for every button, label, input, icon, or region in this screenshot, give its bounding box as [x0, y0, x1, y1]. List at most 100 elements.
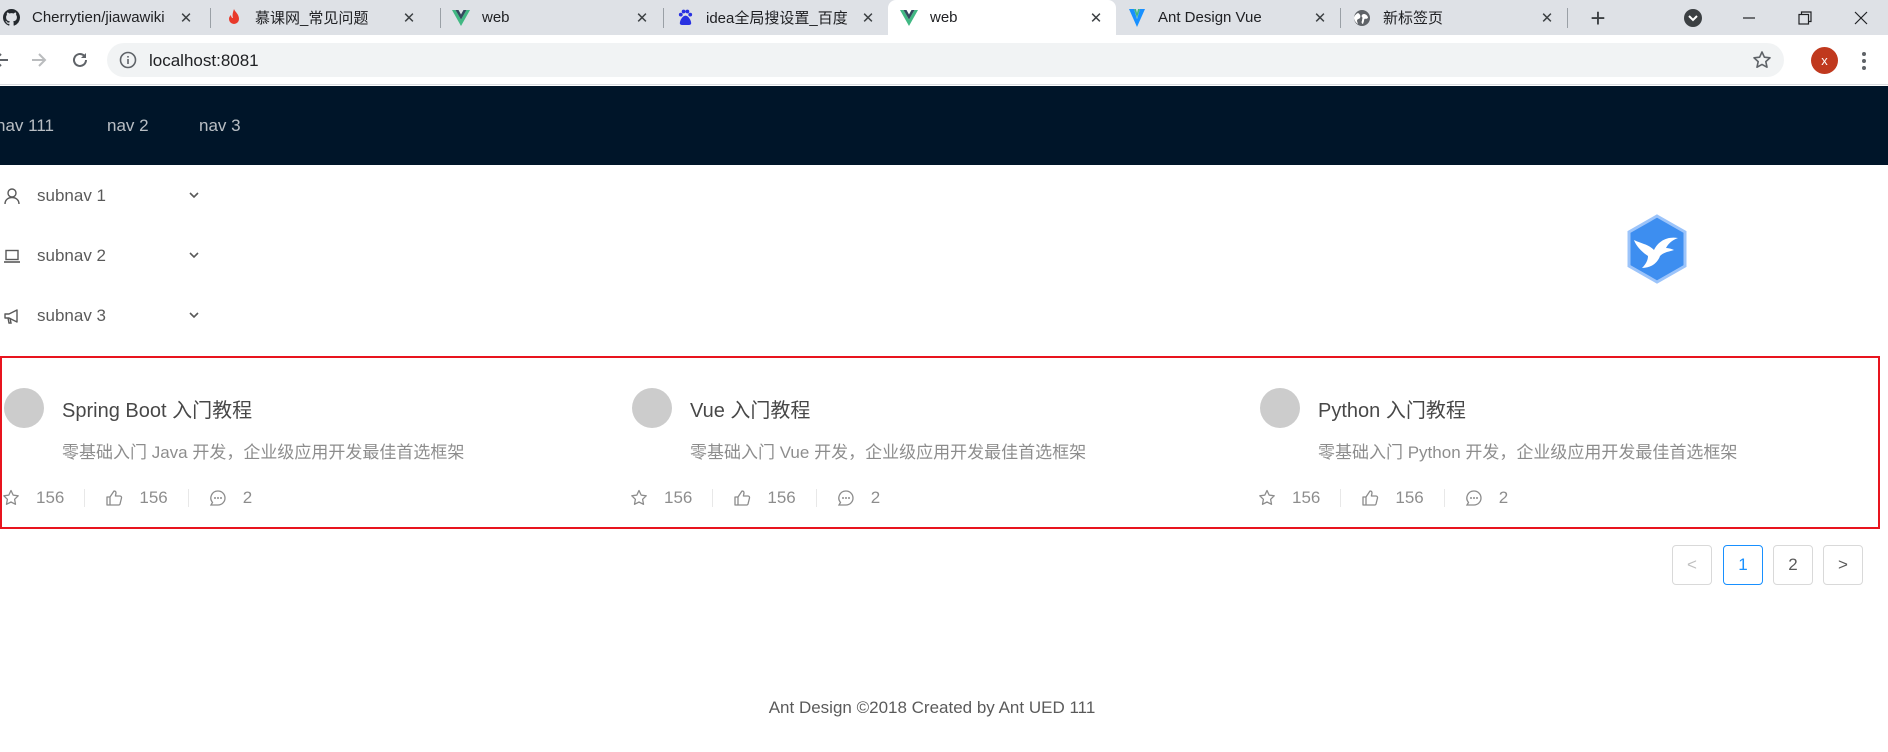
star-count: 156 — [664, 488, 693, 507]
pagination-prev-button[interactable]: < — [1672, 545, 1712, 585]
chevron-down-icon — [189, 252, 199, 259]
back-icon[interactable] — [0, 45, 16, 75]
laptop-icon — [4, 249, 20, 263]
tab-title: idea全局搜设置_百度 — [706, 10, 848, 27]
comment-action[interactable]: 2 — [1465, 488, 1508, 508]
comment-action[interactable]: 2 — [837, 488, 880, 508]
avatar — [632, 388, 672, 428]
app-header: nav 111 nav 2 nav 3 — [0, 86, 1888, 165]
tab-title: Cherrytien/jiawawiki — [32, 9, 165, 26]
like-icon — [734, 490, 751, 506]
like-count: 156 — [139, 488, 168, 507]
like-action[interactable]: 156 — [105, 488, 168, 508]
nav-item-2[interactable]: nav 2 — [107, 116, 149, 136]
item-title[interactable]: Vue 入门教程 — [690, 394, 810, 423]
nav-item-3[interactable]: nav 3 — [199, 116, 241, 136]
chevron-down-icon — [189, 192, 199, 199]
star-action[interactable]: 156 — [2, 488, 64, 508]
divider — [1443, 489, 1445, 507]
tab-web-active[interactable]: web ✕ — [888, 0, 1116, 35]
list-item: Vue 入门教程 零基础入门 Vue 开发，企业级应用开发最佳首选框架 156 … — [630, 372, 1250, 512]
sidebar-item-subnav-1[interactable]: subnav 1 — [0, 176, 210, 216]
tab-web-1[interactable]: web ✕ — [440, 0, 662, 35]
nav-item-1[interactable]: nav 111 — [0, 116, 54, 136]
message-icon — [1465, 490, 1482, 506]
comment-count: 2 — [1498, 488, 1509, 507]
list-item: Python 入门教程 零基础入门 Python 开发，企业级应用开发最佳首选框… — [1258, 372, 1878, 512]
notification-icon — [4, 309, 18, 324]
avatar — [1260, 388, 1300, 428]
tab-title: web — [930, 9, 958, 26]
message-icon — [837, 490, 854, 506]
close-icon[interactable]: ✕ — [1537, 8, 1557, 28]
item-title[interactable]: Python 入门教程 — [1318, 394, 1466, 423]
vue-icon — [452, 9, 470, 27]
item-actions: 156 156 2 — [2, 486, 252, 510]
star-icon — [631, 489, 647, 505]
sidebar-item-label: subnav 2 — [37, 246, 106, 265]
pagination-next-button[interactable]: > — [1823, 545, 1863, 585]
tab-newtab[interactable]: 新标签页 ✕ — [1341, 0, 1567, 35]
close-icon[interactable]: ✕ — [858, 8, 878, 28]
star-icon — [1259, 489, 1275, 505]
comment-action[interactable]: 2 — [209, 488, 252, 508]
like-count: 156 — [1395, 488, 1424, 507]
github-icon — [2, 9, 20, 27]
divider — [84, 489, 86, 507]
divider — [1340, 489, 1342, 507]
minimize-icon[interactable] — [1726, 0, 1772, 35]
tab-baidu[interactable]: idea全局搜设置_百度 ✕ — [664, 0, 888, 35]
pagination-page-2[interactable]: 2 — [1773, 545, 1813, 585]
info-icon[interactable] — [119, 51, 137, 69]
close-icon[interactable]: ✕ — [1086, 8, 1106, 28]
tab-title: web — [482, 9, 510, 26]
restore-icon[interactable] — [1782, 0, 1828, 35]
star-action[interactable]: 156 — [630, 488, 692, 508]
address-bar[interactable]: localhost:8081 — [107, 43, 1784, 77]
tab-title: 慕课网_常见问题 — [255, 10, 369, 27]
item-title[interactable]: Spring Boot 入门教程 — [62, 394, 252, 423]
message-icon — [209, 490, 226, 506]
reload-icon[interactable] — [65, 45, 95, 75]
forward-icon[interactable] — [24, 45, 54, 75]
window-close-icon[interactable] — [1838, 0, 1884, 35]
close-icon[interactable]: ✕ — [176, 8, 196, 28]
tab-separator — [210, 8, 211, 28]
star-action[interactable]: 156 — [1258, 488, 1320, 508]
bookmark-star-icon[interactable] — [1752, 50, 1772, 70]
antdv-icon — [1128, 8, 1146, 27]
item-description: 零基础入门 Python 开发，企业级应用开发最佳首选框架 — [1318, 443, 1738, 462]
divider — [815, 489, 817, 507]
star-count: 156 — [1292, 488, 1321, 507]
tab-imooc[interactable]: 慕课网_常见问题 ✕ — [213, 0, 429, 35]
item-actions: 156 156 2 — [1258, 486, 1508, 510]
like-action[interactable]: 156 — [733, 488, 796, 508]
url-text[interactable]: localhost:8081 — [149, 51, 259, 71]
tab-strip: Cherrytien/jiawawiki ✕ 慕课网_常见问题 ✕ web ✕ … — [0, 0, 1888, 35]
sidebar-item-subnav-2[interactable]: subnav 2 — [0, 236, 210, 276]
baidu-icon — [676, 9, 694, 27]
tab-separator — [1567, 8, 1568, 28]
menu-kebab-icon[interactable] — [1854, 48, 1874, 74]
tab-antdv[interactable]: Ant Design Vue ✕ — [1116, 0, 1340, 35]
close-icon[interactable]: ✕ — [399, 8, 419, 28]
like-count: 156 — [767, 488, 796, 507]
like-icon — [1362, 490, 1379, 506]
like-action[interactable]: 156 — [1361, 488, 1424, 508]
new-tab-button[interactable]: + — [1584, 3, 1612, 33]
close-icon[interactable]: ✕ — [632, 8, 652, 28]
sidebar-item-subnav-3[interactable]: subnav 3 — [0, 296, 210, 336]
tab-title: 新标签页 — [1383, 10, 1444, 27]
list-item: Spring Boot 入门教程 零基础入门 Java 开发，企业级应用开发最佳… — [2, 372, 622, 512]
close-icon[interactable]: ✕ — [1310, 8, 1330, 28]
pagination-page-1[interactable]: 1 — [1723, 545, 1763, 585]
item-description: 零基础入门 Vue 开发，企业级应用开发最佳首选框架 — [690, 443, 1087, 462]
flame-icon — [225, 8, 243, 27]
like-icon — [106, 490, 123, 506]
star-icon — [3, 489, 19, 505]
star-count: 156 — [36, 488, 65, 507]
tab-search-button[interactable] — [1670, 0, 1716, 35]
tab-github[interactable]: Cherrytien/jiawawiki ✕ — [0, 0, 206, 35]
profile-avatar[interactable]: x — [1811, 47, 1838, 74]
comment-count: 2 — [870, 488, 881, 507]
